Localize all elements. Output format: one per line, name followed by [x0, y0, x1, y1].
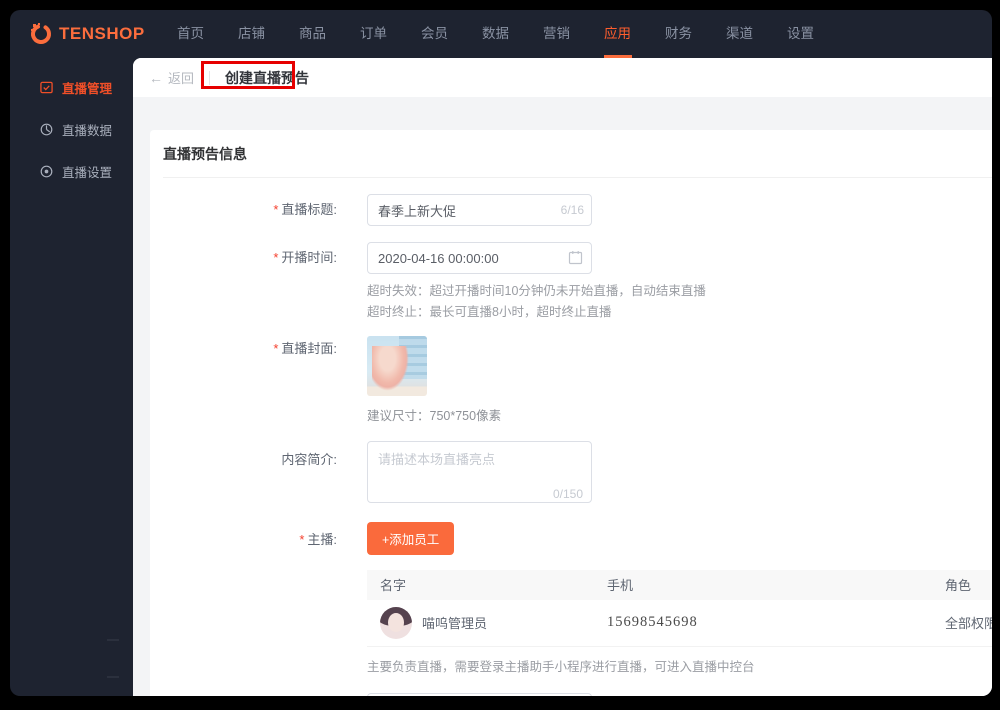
sidebar-item-live-data[interactable]: 直播数据	[10, 112, 133, 147]
intro-counter: 0/150	[552, 486, 583, 501]
required-asterisk: *	[299, 531, 305, 547]
tenshop-logo-icon	[31, 23, 51, 44]
live-title-input[interactable]	[367, 194, 592, 226]
sidebar-divider	[107, 676, 119, 678]
required-asterisk: *	[273, 340, 279, 356]
live-title-label: * 直播标题:	[273, 202, 337, 217]
nickname-counter: 2/16	[561, 693, 584, 697]
nav-item-marketing[interactable]: 营销	[526, 10, 587, 58]
cover-label: * 直播封面:	[273, 340, 337, 356]
top-navigation-bar: TENSHOP 首页 店铺 商品 订单 会员 数据 营销 应用 财务 渠道 设置	[10, 10, 992, 58]
section-title: 直播预告信息	[163, 146, 247, 162]
col-header-phone: 手机	[607, 578, 634, 593]
nav-item-shop[interactable]: 店铺	[221, 10, 282, 58]
field-live-title: *直播标题: 6/16	[163, 194, 992, 226]
live-manage-icon	[40, 81, 53, 94]
cover-size-hint: 建议尺寸：750*750像素	[367, 408, 502, 423]
sidebar: 直播管理 直播数据 直播设置	[10, 58, 133, 696]
anchor-tip: 主要负责直播，需要登录主播助手小程序进行直播，可进入直播中控台	[367, 659, 755, 674]
header-divider	[209, 70, 211, 85]
nickname-label: *主播昵称:	[163, 693, 337, 697]
tip-timeout-stop: 超时终止：最长可直播8小时，超时终止直播	[367, 305, 612, 320]
page-title: 创建直播预告	[225, 69, 310, 86]
back-button[interactable]: ← 返回	[149, 68, 194, 87]
nav-item-finance[interactable]: 财务	[648, 10, 709, 58]
field-anchor: * 主播: +添加员工 名字 手机 角色 喵呜管理员 15698545698 全…	[163, 521, 992, 675]
field-nickname: *主播昵称: 2/16	[163, 692, 992, 697]
page-header: ← 返回 创建直播预告	[133, 58, 992, 97]
required-asterisk: *	[273, 250, 279, 265]
nav-item-orders[interactable]: 订单	[343, 10, 404, 58]
nav-item-channels[interactable]: 渠道	[709, 10, 770, 58]
sidebar-item-live-settings[interactable]: 直播设置	[10, 154, 133, 189]
sidebar-item-label: 直播设置	[62, 166, 113, 180]
nav-item-settings[interactable]: 设置	[770, 10, 831, 58]
staff-role: 全部权限	[945, 616, 992, 631]
sidebar-divider	[107, 639, 119, 641]
tip-timeout-invalid: 超时失效：超过开播时间10分钟仍未开始直播，自动结束直播	[367, 284, 706, 298]
live-title-counter: 6/16	[560, 203, 584, 217]
anchor-table: 名字 手机 角色 喵呜管理员 15698545698 全部权限	[367, 569, 992, 647]
field-intro: 内容简介: 0/150	[163, 440, 992, 508]
app-window: TENSHOP 首页 店铺 商品 订单 会员 数据 营销 应用 财务 渠道 设置…	[10, 10, 992, 696]
live-settings-icon	[40, 165, 53, 178]
col-header-role: 角色	[945, 578, 972, 593]
start-time-tips: 超时失效：超过开播时间10分钟仍未开始直播，自动结束直播 超时终止：最长可直播8…	[367, 281, 706, 324]
staff-avatar	[380, 606, 412, 639]
anchor-label: * 主播:	[299, 531, 337, 547]
main-content: ← 返回 创建直播预告 直播预告信息 * 直播标题: 春季上新大促 6/16 *…	[133, 58, 992, 696]
staff-name: 喵呜管理员	[422, 616, 488, 631]
main-nav: 首页 店铺 商品 订单 会员 数据 营销 应用 财务 渠道 设置	[160, 10, 831, 58]
nav-item-data[interactable]: 数据	[465, 10, 526, 58]
logo-text: TENSHOP	[59, 24, 145, 43]
tenshop-logo[interactable]: TENSHOP	[30, 23, 150, 45]
sidebar-item-label: 直播数据	[62, 124, 113, 138]
form-card: 直播预告信息 *直播标题: 6/16	[150, 130, 992, 696]
sidebar-item-live-manage[interactable]: 直播管理	[10, 70, 133, 105]
calendar-icon[interactable]	[568, 250, 583, 265]
cover-image[interactable]	[367, 335, 427, 396]
nav-item-home[interactable]: 首页	[160, 10, 221, 58]
nickname-input[interactable]	[367, 692, 592, 696]
nav-item-members[interactable]: 会员	[404, 10, 465, 58]
start-time-label: * 开播时间:	[273, 250, 337, 265]
staff-phone: 15698545698	[607, 614, 698, 630]
anchor-table-row: 喵呜管理员 15698545698 全部权限	[367, 600, 992, 647]
anchor-table-header: 名字 手机 角色	[367, 569, 992, 600]
live-data-icon	[40, 123, 53, 136]
add-staff-button[interactable]: +添加员工	[367, 521, 455, 555]
back-label: 返回	[168, 71, 195, 86]
field-start-time: *开播时间: 超时失效：超过开播时间	[163, 242, 992, 324]
col-header-name: 名字	[380, 578, 407, 593]
field-cover: * 直播封面: 建议尺寸：750*750像素	[163, 335, 992, 424]
sidebar-item-label: 直播管理	[62, 82, 113, 96]
start-time-input[interactable]	[367, 242, 592, 274]
nav-item-goods[interactable]: 商品	[282, 10, 343, 58]
required-asterisk: *	[273, 202, 279, 217]
back-arrow-icon: ←	[149, 69, 163, 86]
intro-label: 内容简介:	[281, 451, 337, 467]
nav-item-apps[interactable]: 应用	[587, 10, 648, 58]
